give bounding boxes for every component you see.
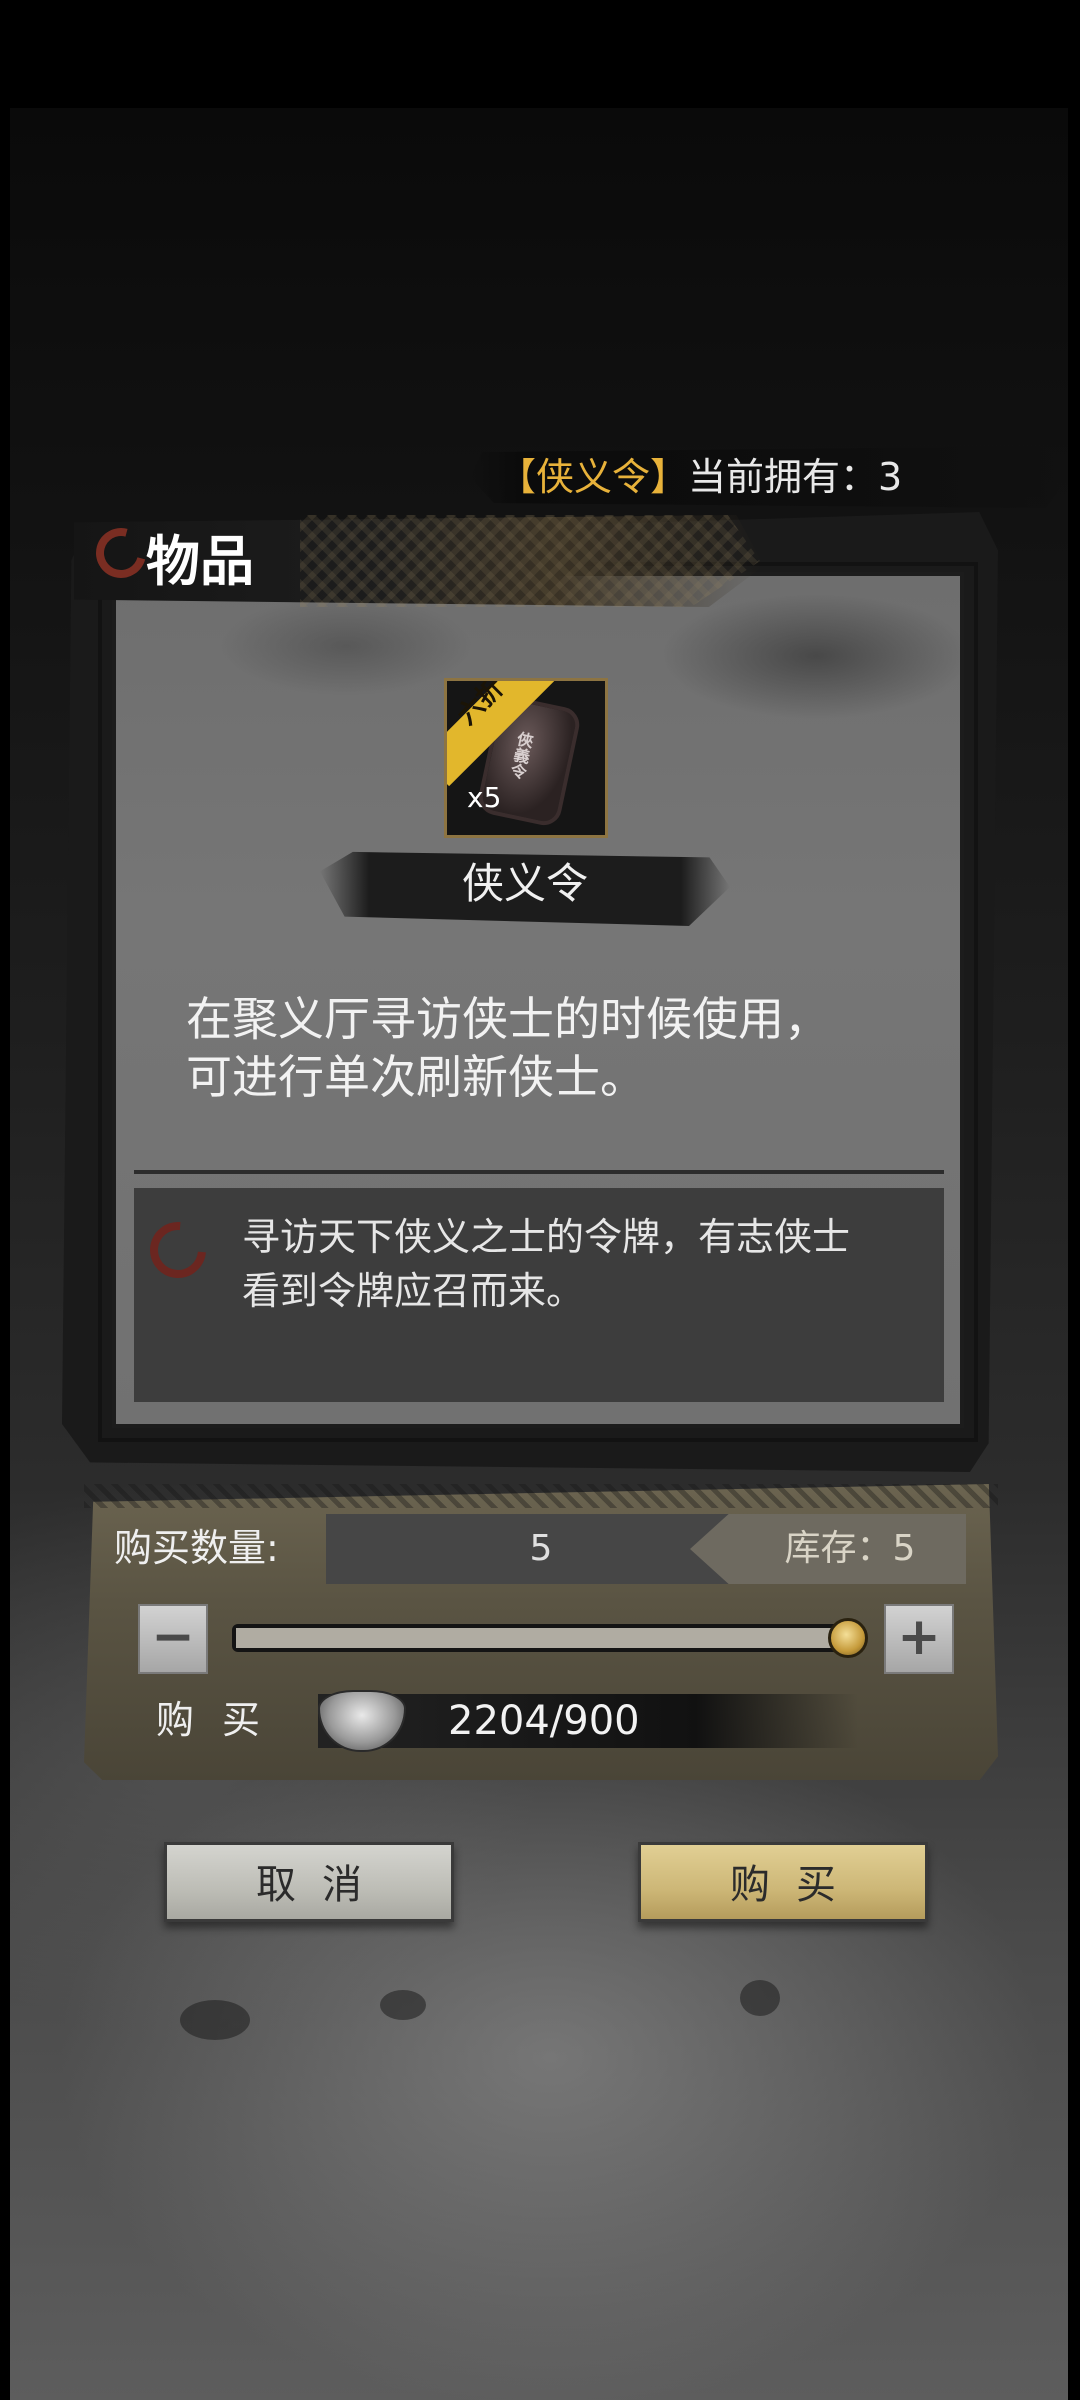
slider-fill — [236, 1628, 848, 1648]
price-text: 2204/900 — [448, 1698, 640, 1744]
ink-splatter — [740, 1980, 780, 2016]
purchase-panel-trim — [84, 1484, 998, 1508]
ink-splatter — [180, 2000, 250, 2040]
lore-line: 寻访天下侠义之士的令牌，有志侠士 — [242, 1215, 851, 1259]
description-line: 在聚义厅寻访侠士的时候使用， — [186, 992, 830, 1046]
item-quantity-badge: x5 — [467, 781, 502, 814]
token-engraving: 俠義令 — [506, 729, 535, 781]
purchase-dialog-screen: 【侠义令】当前拥有：3 物品 俠義令 六折 x5 侠义令 在聚义厅寻访侠士的时候… — [0, 0, 1080, 2400]
item-description: 在聚义厅寻访侠士的时候使用， 可进行单次刷新侠士。 — [186, 990, 906, 1106]
owned-count-text: 【侠义令】当前拥有：3 — [498, 452, 902, 502]
title-bar-pattern — [300, 515, 760, 607]
panel-title: 物品 — [146, 530, 254, 593]
buy-cost-label: 购买 — [156, 1698, 289, 1742]
owned-count: 3 — [878, 455, 903, 499]
stock-label: 库存：5 — [784, 1528, 916, 1569]
item-icon[interactable]: 俠義令 六折 x5 — [444, 678, 608, 838]
owned-item-name: 【侠义令】 — [498, 455, 689, 499]
divider — [134, 1170, 944, 1174]
cancel-button[interactable]: 取消 — [164, 1842, 454, 1922]
ink-splatter — [380, 1990, 426, 2020]
decrease-button[interactable]: − — [138, 1604, 208, 1674]
description-line: 可进行单次刷新侠士。 — [186, 1050, 646, 1104]
item-name: 侠义令 — [461, 859, 588, 908]
increase-button[interactable]: + — [884, 1604, 954, 1674]
quantity-label: 购买数量: — [114, 1526, 279, 1570]
buy-button[interactable]: 购买 — [638, 1842, 928, 1922]
lore-line: 看到令牌应召而来。 — [242, 1269, 585, 1313]
owned-label: 当前拥有： — [688, 455, 879, 499]
item-lore: 寻访天下侠义之士的令牌，有志侠士 看到令牌应召而来。 — [242, 1210, 922, 1318]
slider-knob[interactable] — [828, 1618, 868, 1658]
